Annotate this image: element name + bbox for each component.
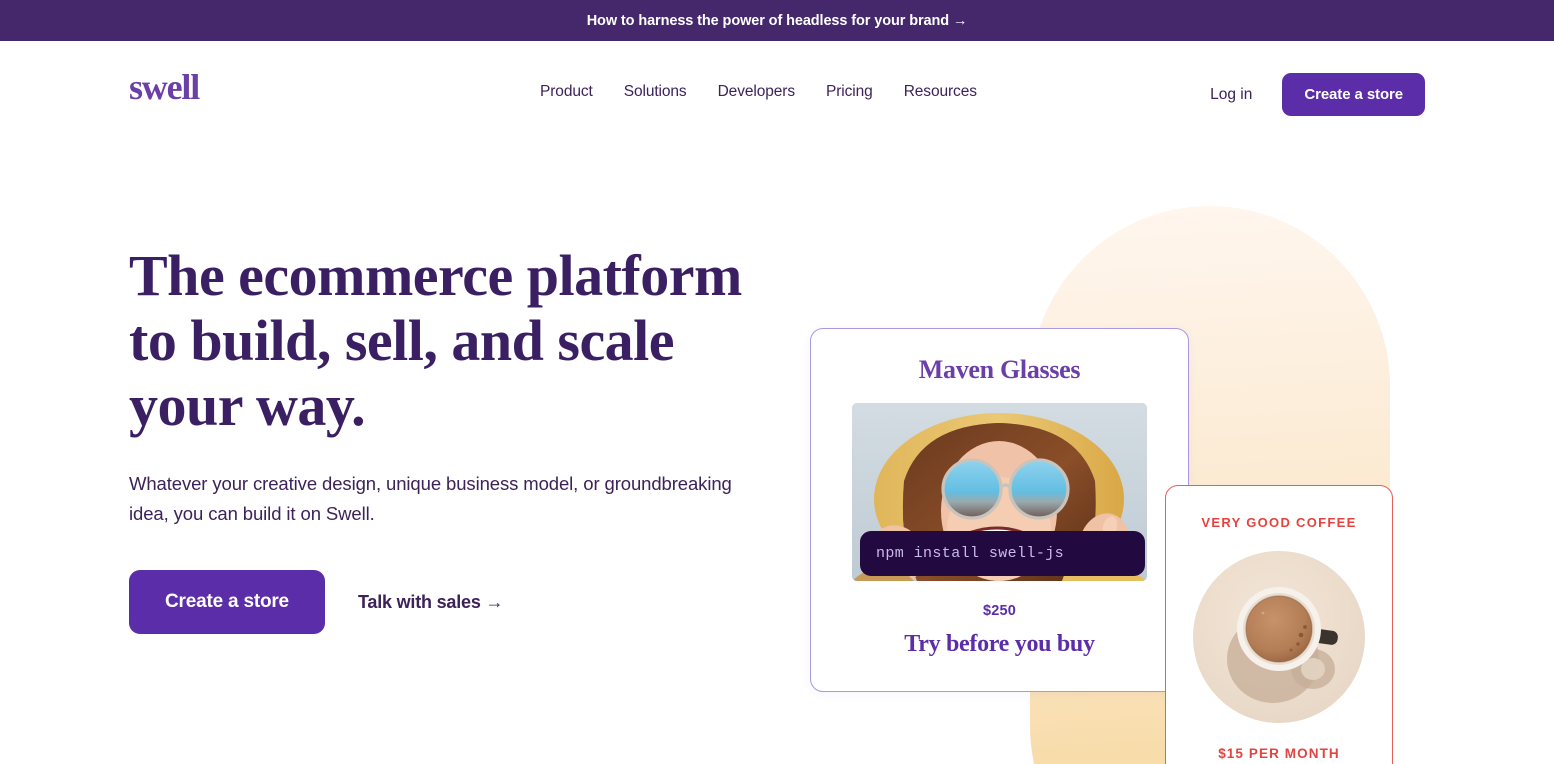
create-store-button-header[interactable]: Create a store: [1282, 73, 1425, 116]
swell-logo[interactable]: swell: [129, 69, 200, 105]
product-card-coffee-title: VERY GOOD COFFEE: [1201, 515, 1357, 530]
product-card-coffee-price: $15 PER MONTH: [1218, 745, 1340, 761]
hero-cta-row: Create a store Talk with sales →: [129, 570, 749, 635]
login-link[interactable]: Log in: [1210, 86, 1252, 104]
hero-section: The ecommerce platform to build, sell, a…: [0, 148, 1554, 764]
page-title: The ecommerce platform to build, sell, a…: [129, 243, 742, 438]
product-card-glasses-title: Maven Glasses: [918, 355, 1081, 384]
talk-with-sales-link[interactable]: Talk with sales →: [358, 592, 504, 613]
nav-item-resources[interactable]: Resources: [904, 83, 977, 101]
hero-subtitle: Whatever your creative design, unique bu…: [129, 472, 732, 524]
product-card-glasses-price: $250: [982, 603, 1017, 619]
nav-item-solutions[interactable]: Solutions: [624, 83, 687, 101]
create-store-button-hero[interactable]: Create a store: [129, 570, 325, 635]
announcement-banner-text: How to harness the power of headless for…: [586, 12, 968, 29]
product-card-glasses[interactable]: Maven Glasses $250 Try before you buy: [810, 328, 1189, 692]
main-navigation: Product Solutions Developers Pricing Res…: [540, 83, 977, 101]
nav-item-pricing[interactable]: Pricing: [826, 83, 873, 101]
product-card-glasses-cta[interactable]: Try before you buy: [811, 631, 1188, 658]
site-header: swell Product Solutions Developers Prici…: [0, 41, 1554, 148]
header-actions: Log in Create a store: [1210, 73, 1425, 116]
product-card-coffee[interactable]: VERY GOOD COFFEE $15 PER MONTH: [1165, 485, 1393, 764]
code-snippet-box[interactable]: npm install swell-js: [860, 531, 1145, 576]
hero-copy: The ecommerce platform to build, sell, a…: [129, 243, 749, 635]
hero-showcase: Maven Glasses $250 Try before you buy np…: [760, 148, 1554, 764]
announcement-banner[interactable]: How to harness the power of headless for…: [0, 0, 1554, 41]
nav-item-developers[interactable]: Developers: [718, 83, 796, 101]
coffee-cup-top-down-photo: [1193, 550, 1365, 723]
nav-item-product[interactable]: Product: [540, 83, 593, 101]
code-snippet-text: npm install swell-js: [876, 545, 1065, 562]
